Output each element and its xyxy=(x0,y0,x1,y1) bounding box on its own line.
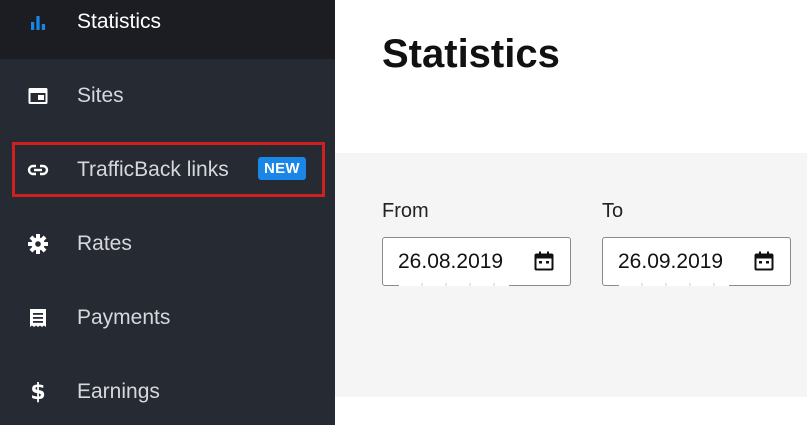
bar-chart-icon xyxy=(26,10,50,34)
from-date-input[interactable]: 26.08.2019 xyxy=(382,237,571,286)
to-date-value: 26.09.2019 xyxy=(618,250,724,273)
sidebar-item-label: Statistics xyxy=(77,10,162,33)
sidebar-item-earnings[interactable]: $ Earnings xyxy=(0,355,335,429)
to-label: To xyxy=(602,200,624,222)
sidebar-item-statistics[interactable]: Statistics xyxy=(0,0,335,59)
calendar-icon[interactable] xyxy=(534,251,554,271)
link-icon xyxy=(26,158,50,182)
from-label: From xyxy=(382,200,429,222)
gear-icon xyxy=(26,232,50,256)
calendar-icon[interactable] xyxy=(754,251,774,271)
sidebar: Statistics Sites TrafficBack links NEW R… xyxy=(0,0,335,425)
sidebar-item-sites[interactable]: Sites xyxy=(0,59,335,133)
sidebar-item-label: TrafficBack links xyxy=(77,158,229,181)
to-date-input[interactable]: 26.09.2019 xyxy=(602,237,791,286)
sidebar-item-label: Payments xyxy=(77,306,171,329)
sidebar-item-payments[interactable]: Payments xyxy=(0,281,335,355)
dollar-icon: $ xyxy=(30,379,46,405)
input-underline-decoration xyxy=(399,283,509,286)
browser-window-icon xyxy=(26,84,50,108)
sidebar-item-label: Earnings xyxy=(77,380,160,403)
from-date-value: 26.08.2019 xyxy=(398,250,504,273)
sidebar-item-label: Rates xyxy=(77,232,132,255)
sidebar-item-label: Sites xyxy=(77,84,124,107)
receipt-icon xyxy=(26,306,50,330)
sidebar-item-rates[interactable]: Rates xyxy=(0,207,335,281)
new-badge: NEW xyxy=(258,157,306,180)
page-title: Statistics xyxy=(382,32,560,76)
input-underline-decoration xyxy=(619,283,729,286)
